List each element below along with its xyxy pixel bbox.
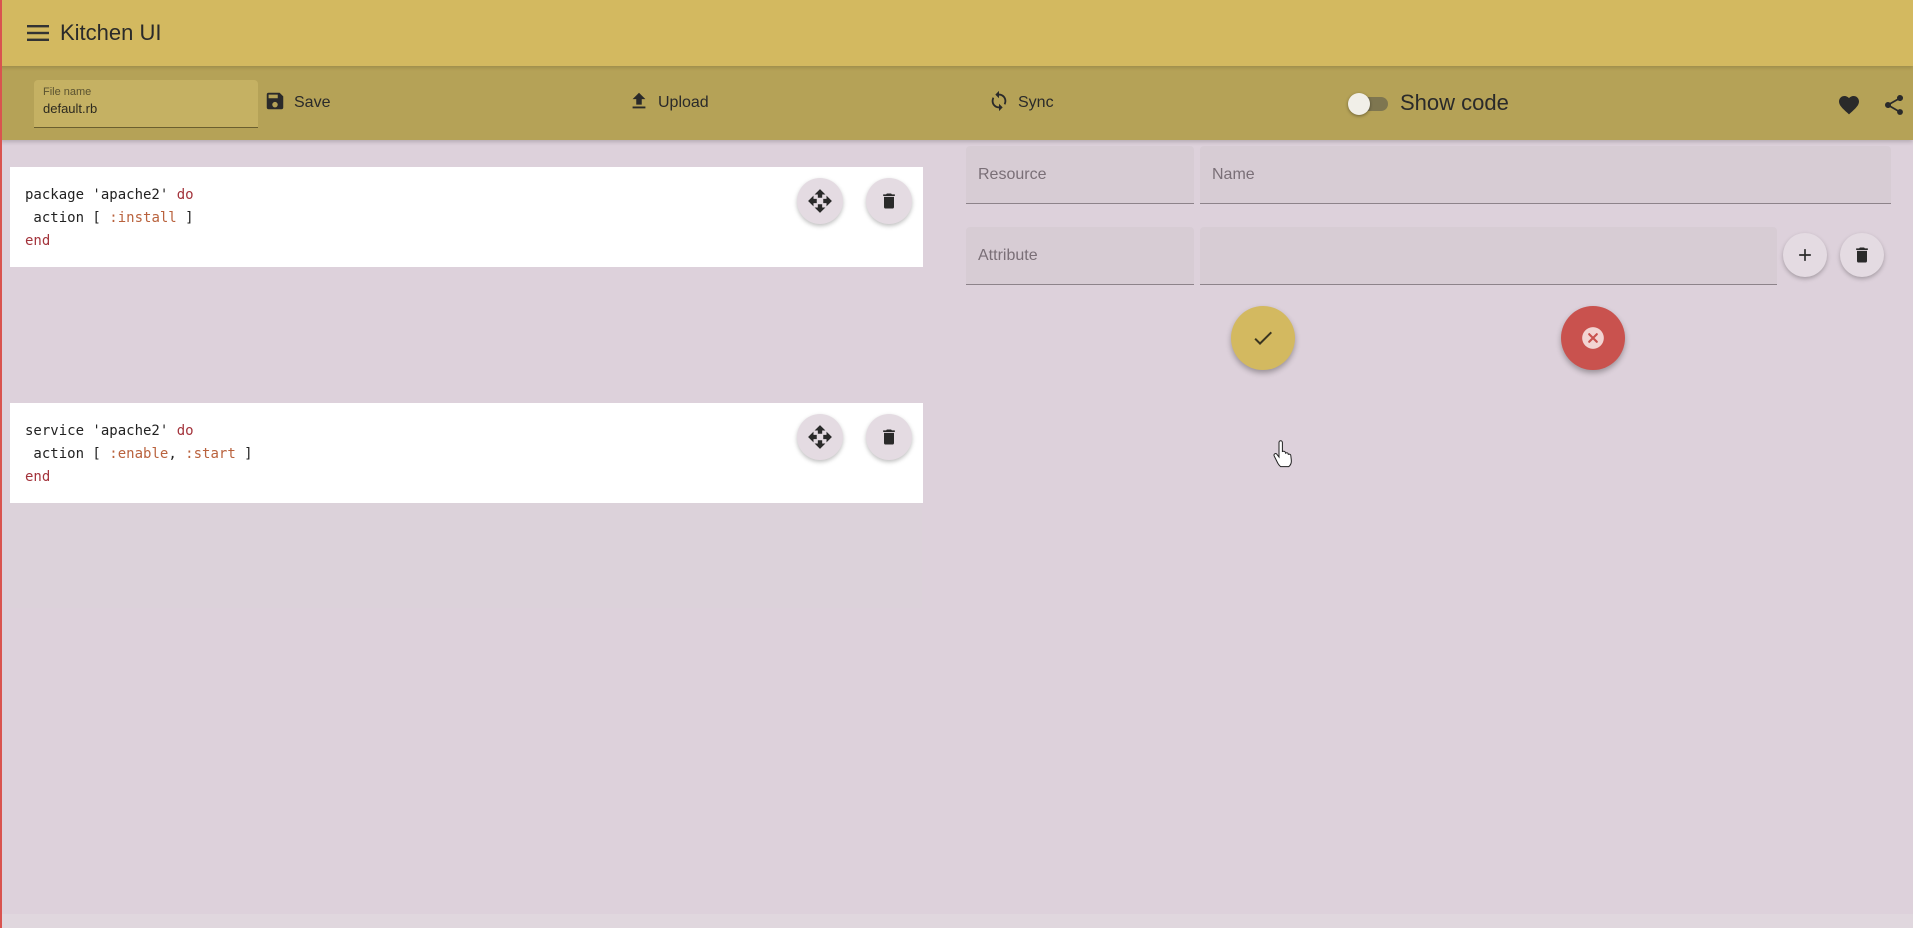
move-icon[interactable] xyxy=(797,178,843,224)
heart-icon[interactable] xyxy=(1836,93,1862,117)
attribute-field[interactable] xyxy=(966,227,1194,285)
resource-field[interactable] xyxy=(966,146,1194,204)
code-block: service 'apache2' do action [ :enable, :… xyxy=(25,420,253,489)
code-line: service 'apache2' do xyxy=(25,420,253,443)
resource-card: package 'apache2' do action [ :install ]… xyxy=(10,167,923,267)
move-icon[interactable] xyxy=(797,414,843,460)
trash-icon[interactable] xyxy=(866,414,912,460)
check-icon[interactable] xyxy=(1231,306,1295,370)
sync-icon xyxy=(988,90,1010,117)
attribute-value-field[interactable] xyxy=(1200,227,1777,285)
menu-icon[interactable] xyxy=(26,21,50,45)
code-text: service 'apache2' xyxy=(25,423,177,439)
trash-icon[interactable] xyxy=(1840,233,1884,277)
file-name-label: File name xyxy=(43,86,92,98)
app-title: Kitchen UI xyxy=(60,20,162,45)
name-field[interactable] xyxy=(1200,146,1891,204)
save-button[interactable]: Save xyxy=(264,88,330,118)
code-symbol: :enable xyxy=(109,446,169,462)
show-code-label: Show code xyxy=(1400,90,1509,115)
switch-thumb xyxy=(1348,93,1370,115)
name-input[interactable] xyxy=(1212,166,1879,184)
upload-label: Upload xyxy=(658,94,709,111)
code-keyword: end xyxy=(25,233,51,249)
cancel-icon[interactable] xyxy=(1561,306,1625,370)
code-symbol: :install xyxy=(109,210,177,226)
code-text: action [ xyxy=(25,446,110,462)
code-text: ] xyxy=(176,210,194,226)
trash-icon[interactable] xyxy=(866,178,912,224)
hand-cursor-icon xyxy=(1272,440,1294,468)
resource-input[interactable] xyxy=(978,166,1182,184)
upload-button[interactable]: Upload xyxy=(628,88,709,118)
window-edge xyxy=(0,0,2,928)
sync-label: Sync xyxy=(1018,94,1054,111)
code-line: end xyxy=(25,230,194,253)
code-keyword: end xyxy=(25,469,51,485)
code-line: action [ :install ] xyxy=(25,207,194,230)
attribute-value-input[interactable] xyxy=(1212,247,1765,265)
app-bar: Kitchen UI xyxy=(0,0,1913,66)
code-line: package 'apache2' do xyxy=(25,184,194,207)
code-symbol: :start xyxy=(185,446,236,462)
show-code-switch[interactable] xyxy=(1348,92,1390,115)
share-icon[interactable] xyxy=(1882,93,1906,117)
code-line: end xyxy=(25,466,253,489)
code-text: ] xyxy=(235,446,253,462)
file-name-input[interactable] xyxy=(43,101,249,116)
file-name-field[interactable]: File name xyxy=(34,80,258,128)
toolbar: File name Save Upload Sync Show code xyxy=(0,66,1913,140)
code-block: package 'apache2' do action [ :install ]… xyxy=(25,184,194,253)
panel-background xyxy=(8,494,922,608)
code-text: package 'apache2' xyxy=(25,187,177,203)
code-text: action [ xyxy=(25,210,110,226)
plus-icon[interactable] xyxy=(1783,233,1827,277)
save-label: Save xyxy=(294,94,331,111)
floppy-icon xyxy=(264,90,286,117)
resource-card: service 'apache2' do action [ :enable, :… xyxy=(10,403,923,503)
sync-button[interactable]: Sync xyxy=(988,88,1054,118)
attribute-input[interactable] xyxy=(978,247,1182,265)
code-keyword: do xyxy=(176,423,194,439)
code-keyword: do xyxy=(176,187,194,203)
code-text: , xyxy=(168,446,186,462)
code-line: action [ :enable, :start ] xyxy=(25,443,253,466)
upload-icon xyxy=(628,90,650,117)
show-code-toggle[interactable]: Show code xyxy=(1348,88,1509,118)
bottom-strip xyxy=(0,914,1913,928)
